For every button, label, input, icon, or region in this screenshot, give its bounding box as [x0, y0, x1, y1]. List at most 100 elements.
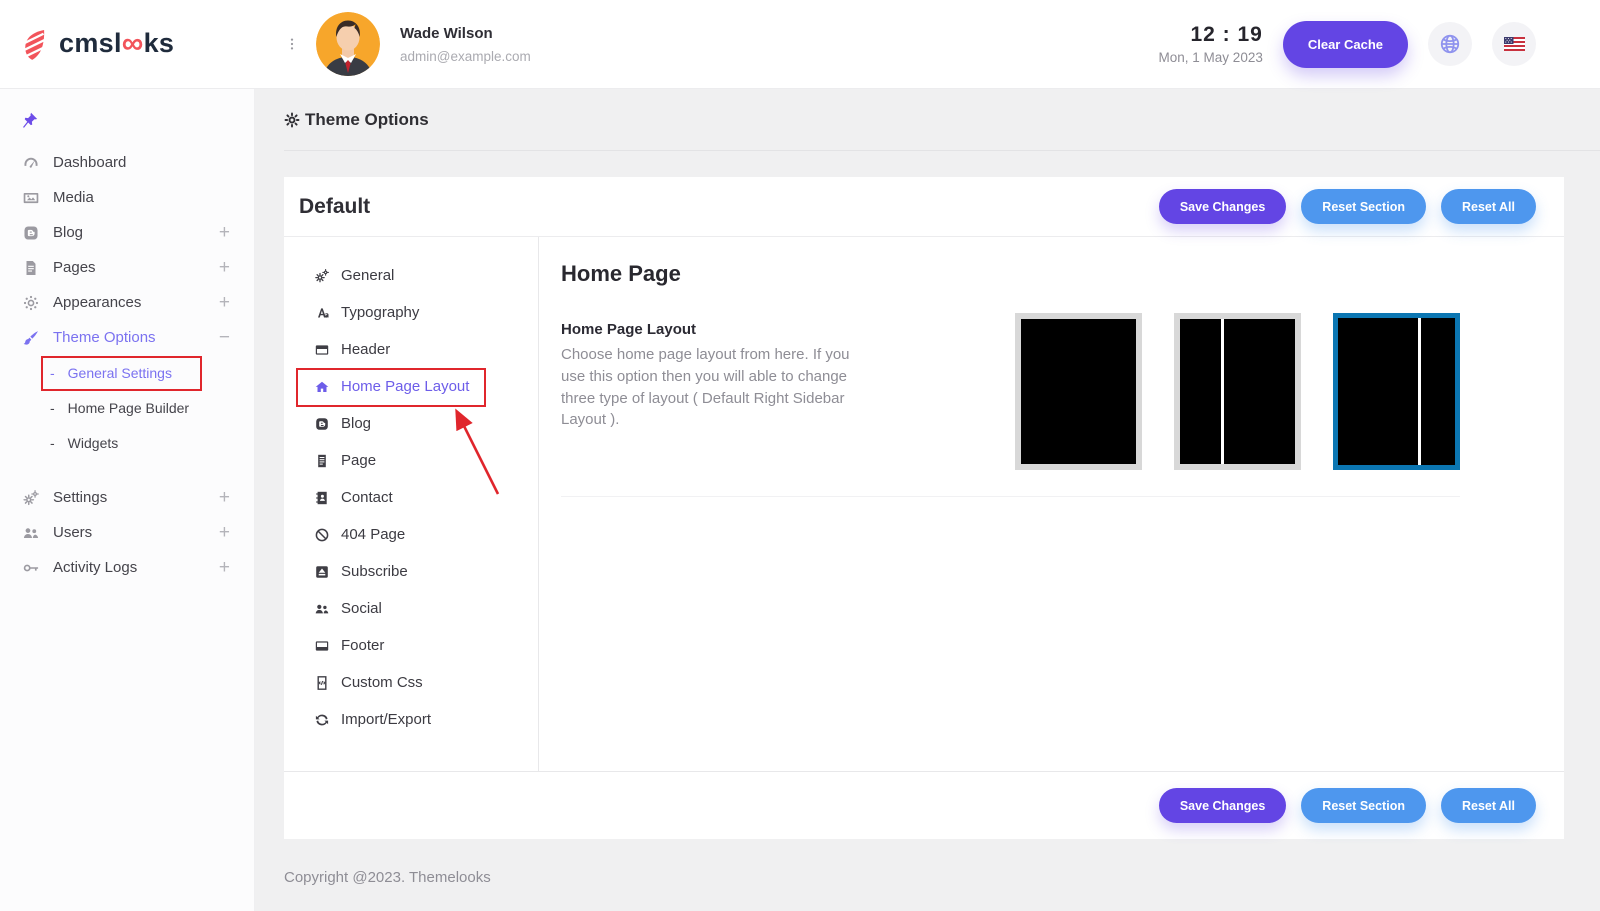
sidebar-item-label: Appearances	[53, 294, 141, 311]
user-meta: Wade Wilson admin@example.com	[400, 25, 531, 64]
gear-icon	[284, 112, 300, 128]
panel-menu-item-label: Contact	[341, 489, 393, 506]
panel-menu-item-home-page-layout[interactable]: Home Page Layout	[284, 368, 538, 405]
sidebar-toggle-dots-icon[interactable]	[285, 35, 299, 53]
main-area: Theme Options Default Save Changes Reset …	[255, 89, 1600, 911]
clock: 12 : 19 Mon, 1 May 2023	[1159, 23, 1263, 65]
save-changes-button[interactable]: Save Changes	[1159, 788, 1286, 823]
palette-gear-icon	[22, 294, 40, 312]
panel-menu-item-typography[interactable]: Typography	[284, 294, 538, 331]
panel-menu-item-subscribe[interactable]: Subscribe	[284, 553, 538, 590]
sidebar-item-label: Blog	[53, 224, 83, 241]
field-description: Choose home page layout from here. If yo…	[561, 344, 866, 431]
ban-circle-icon	[314, 527, 330, 543]
sidebar-item-label: Pages	[53, 259, 96, 276]
window-header-icon	[314, 342, 330, 358]
expand-toggle-icon[interactable]: +	[219, 223, 230, 242]
panel-menu-item-label: Blog	[341, 415, 371, 432]
user-avatar[interactable]	[316, 12, 380, 76]
sidebar-item-pages[interactable]: Pages +	[0, 250, 254, 285]
panel-menu-item-page[interactable]: Page	[284, 442, 538, 479]
panel-menu-item-label: Home Page Layout	[341, 378, 469, 395]
sidebar-item-dashboard[interactable]: Dashboard	[0, 145, 254, 180]
dash-bullet: -	[50, 435, 55, 451]
window-footer-icon	[314, 638, 330, 654]
clear-cache-button[interactable]: Clear Cache	[1283, 21, 1408, 68]
expand-toggle-icon[interactable]: −	[219, 328, 230, 347]
sidebar-item-blog[interactable]: Blog +	[0, 215, 254, 250]
sidebar-item-label: Media	[53, 189, 94, 206]
layout-option-full-width[interactable]	[1015, 313, 1142, 470]
expand-toggle-icon[interactable]: +	[219, 258, 230, 277]
expand-toggle-icon[interactable]: +	[219, 523, 230, 542]
panel-menu-item-label: 404 Page	[341, 526, 405, 543]
gears-icon	[22, 489, 40, 507]
panel-menu-item-custom-css[interactable]: Custom Css	[284, 664, 538, 701]
layout-option-right-sidebar[interactable]	[1333, 313, 1460, 470]
sidebar-item-users[interactable]: Users +	[0, 515, 254, 550]
panel-menu-item-blog[interactable]: Blog	[284, 405, 538, 442]
panel-buttons-top: Save Changes Reset Section Reset All	[1159, 189, 1536, 224]
content-title: Home Page	[561, 261, 1460, 287]
theme-options-panel: Default Save Changes Reset Section Reset A…	[284, 177, 1564, 839]
user-name: Wade Wilson	[400, 25, 531, 42]
sidebar-subitem-label: Widgets	[68, 435, 119, 451]
panel-menu-item-label: Import/Export	[341, 711, 431, 728]
panel-menu-item-contact[interactable]: Contact	[284, 479, 538, 516]
document-icon	[22, 259, 40, 277]
image-icon	[22, 189, 40, 207]
locale-flag-button[interactable]	[1492, 22, 1536, 66]
css-file-icon	[314, 675, 330, 691]
save-changes-button[interactable]: Save Changes	[1159, 189, 1286, 224]
layout-divider	[1221, 319, 1224, 464]
breadcrumb-label: Theme Options	[305, 110, 429, 130]
sidebar-item-media[interactable]: Media	[0, 180, 254, 215]
sidebar-subitem-widgets[interactable]: -Widgets	[0, 425, 254, 460]
reset-section-button[interactable]: Reset Section	[1301, 788, 1426, 823]
expand-toggle-icon[interactable]: +	[219, 558, 230, 577]
sidebar-subitem-home-page-builder[interactable]: -Home Page Builder	[0, 390, 254, 425]
field-label: Home Page Layout	[561, 321, 866, 338]
panel-menu-item-social[interactable]: Social	[284, 590, 538, 627]
panel-buttons-bottom: Save Changes Reset Section Reset All	[1159, 788, 1536, 823]
sidebar-item-label: Theme Options	[53, 329, 156, 346]
sidebar-subitem-general-settings[interactable]: -General Settings	[0, 355, 254, 390]
panel-menu-item-label: Header	[341, 341, 390, 358]
expand-toggle-icon[interactable]: +	[219, 293, 230, 312]
home-page-layout-field: Home Page Layout Choose home page layout…	[561, 313, 1460, 497]
layout-option-left-sidebar[interactable]	[1174, 313, 1301, 470]
panel-menu-item-label: Custom Css	[341, 674, 423, 691]
address-book-icon	[314, 490, 330, 506]
sidebar-item-activity-logs[interactable]: Activity Logs+	[0, 550, 254, 585]
dash-bullet: -	[50, 365, 55, 381]
reset-all-button[interactable]: Reset All	[1441, 189, 1536, 224]
speedometer-icon	[22, 154, 40, 172]
dash-bullet: -	[50, 400, 55, 416]
panel-menu-item-404-page[interactable]: 404 Page	[284, 516, 538, 553]
panel-menu-item-footer[interactable]: Footer	[284, 627, 538, 664]
panel-footer: Save Changes Reset Section Reset All	[284, 771, 1564, 839]
expand-toggle-icon[interactable]: +	[219, 488, 230, 507]
clock-time: 12 : 19	[1159, 23, 1263, 47]
brand-logo[interactable]: cmsl∞ks	[0, 27, 255, 61]
language-globe-button[interactable]	[1428, 22, 1472, 66]
panel-menu-item-header[interactable]: Header	[284, 331, 538, 368]
panel-title: Default	[299, 195, 370, 219]
panel-menu-item-general[interactable]: General	[284, 257, 538, 294]
sidebar-item-theme-options[interactable]: Theme Options −	[0, 320, 254, 355]
sync-arrows-icon	[314, 712, 330, 728]
panel-menu-item-import-export[interactable]: Import/Export	[284, 701, 538, 738]
sidebar-item-settings[interactable]: Settings+	[0, 480, 254, 515]
brand-name: cmsl∞ks	[59, 27, 174, 61]
reset-all-button[interactable]: Reset All	[1441, 788, 1536, 823]
leaf-icon	[20, 27, 50, 61]
reset-section-button[interactable]: Reset Section	[1301, 189, 1426, 224]
sidebar-item-appearances[interactable]: Appearances +	[0, 285, 254, 320]
pushpin-icon[interactable]	[20, 111, 39, 130]
sidebar-item-label: Users	[53, 524, 92, 541]
breadcrumb: Theme Options	[284, 89, 1600, 151]
sidebar-item-label: Dashboard	[53, 154, 126, 171]
sidebar: Dashboard Media Blog + Pages + Appearances + The…	[0, 89, 255, 911]
us-flag-icon	[1504, 37, 1525, 51]
panel-menu-item-label: Social	[341, 600, 382, 617]
